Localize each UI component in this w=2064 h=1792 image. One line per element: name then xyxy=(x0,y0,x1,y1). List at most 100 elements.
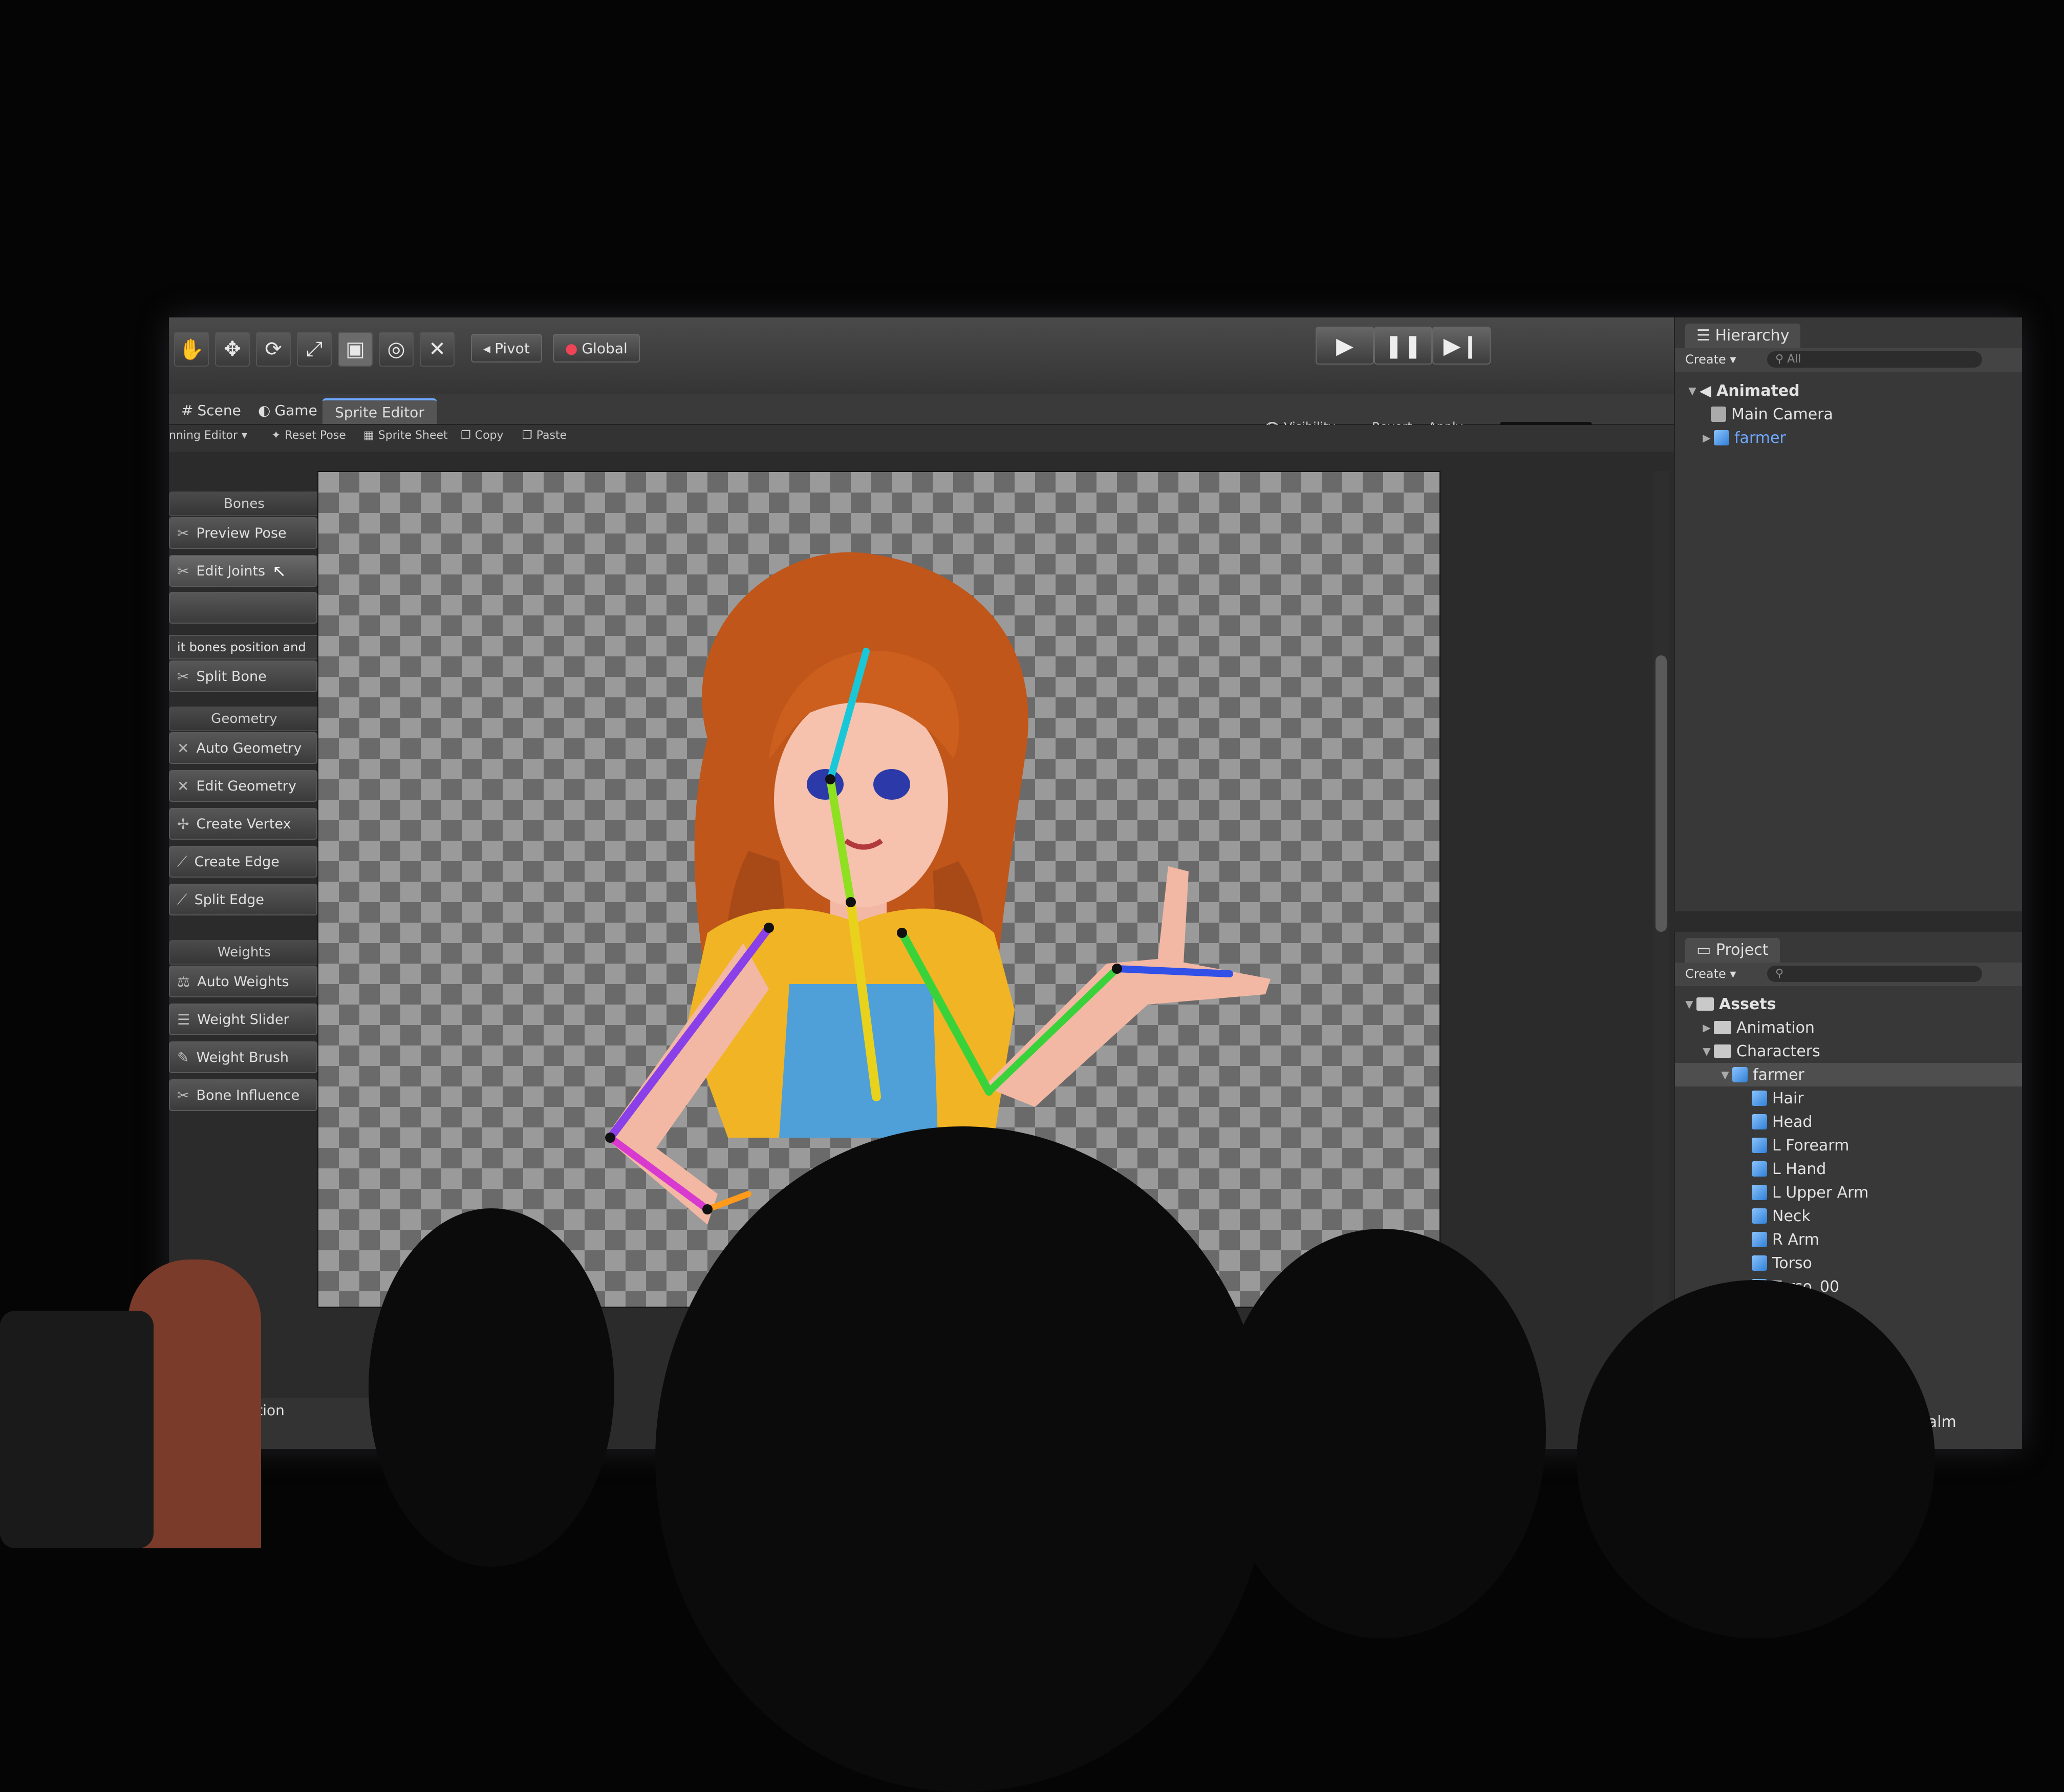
pivot-toggle[interactable]: ◂ Pivot xyxy=(471,334,542,362)
auto-geometry-button[interactable]: ✕ Auto Geometry xyxy=(169,732,317,764)
skinning-editor-label: nning Editor xyxy=(169,429,238,442)
bone-influence-button[interactable]: ✂ Bone Influence xyxy=(169,1079,317,1111)
project-item-label: farmer xyxy=(1753,1065,1804,1084)
tab-scene-label: Scene xyxy=(197,401,241,419)
step-icon: ▶❙ xyxy=(1443,332,1480,359)
project-item-label: Head xyxy=(1772,1113,1813,1131)
create-vertex-button[interactable]: ✢ Create Vertex xyxy=(169,808,317,840)
create-label: Create xyxy=(1685,967,1726,981)
project-toolbar: Create ▾ ⚲ xyxy=(1675,963,2022,986)
folder-icon xyxy=(1714,1021,1731,1034)
weights-header: Weights xyxy=(169,940,319,965)
scrollbar-thumb[interactable] xyxy=(1655,655,1667,932)
expand-icon: ▶ xyxy=(1703,1021,1711,1034)
reset-pose-label: Reset Pose xyxy=(285,429,346,442)
hierarchy-item-farmer[interactable]: ▶ farmer xyxy=(1675,426,2022,450)
edit-joints-button[interactable]: ✂ Edit Joints ↖ xyxy=(169,555,317,587)
collapse-icon: ▼ xyxy=(1703,1045,1711,1057)
project-item-l-upper-arm[interactable]: L Upper Arm xyxy=(1675,1181,2022,1204)
project-item-hair[interactable]: Hair xyxy=(1675,1086,2022,1110)
split-bone-label: Split Bone xyxy=(196,668,267,685)
sprite-icon xyxy=(1752,1161,1767,1177)
project-search-input[interactable]: ⚲ xyxy=(1767,966,1982,982)
step-button[interactable]: ▶❙ xyxy=(1432,327,1491,365)
move-tool-icon[interactable]: ✥ xyxy=(215,332,250,367)
global-toggle[interactable]: ● Global xyxy=(553,334,640,362)
tab-sprite-editor-label: Sprite Editor xyxy=(335,403,424,421)
hierarchy-create-button[interactable]: Create ▾ xyxy=(1685,352,1736,367)
edit-geometry-button[interactable]: ✕ Edit Geometry xyxy=(169,770,317,802)
weight-brush-button[interactable]: ✎ Weight Brush xyxy=(169,1041,317,1073)
project-item-label: Hair xyxy=(1772,1089,1804,1107)
project-tab[interactable]: ▭ Project xyxy=(1685,938,1780,963)
split-bone-button[interactable]: ✂ Split Bone xyxy=(169,660,317,692)
tab-scene[interactable]: # Scene xyxy=(169,398,253,422)
auto-weights-button[interactable]: ⚖ Auto Weights xyxy=(169,966,317,997)
skinning-editor-dropdown[interactable]: nning Editor ▾ xyxy=(169,429,247,442)
folder-icon xyxy=(1714,1044,1731,1058)
play-button[interactable]: ▶ xyxy=(1316,327,1374,365)
sprite-sheet-button[interactable]: ▦ Sprite Sheet xyxy=(363,429,448,442)
bone-icon: ✂ xyxy=(177,668,189,685)
pivot-label: Pivot xyxy=(494,339,530,357)
transform-tool-icon[interactable]: ◎ xyxy=(379,332,414,367)
rect-tool-icon[interactable]: ▣ xyxy=(338,332,373,367)
project-item-label: Neck xyxy=(1772,1207,1811,1225)
project-item-label: L Hand xyxy=(1772,1160,1826,1178)
search-icon: ⚲ xyxy=(1775,353,1788,366)
pause-button[interactable]: ❚❚ xyxy=(1374,327,1432,365)
hierarchy-search-input[interactable]: ⚲ All xyxy=(1767,351,1982,368)
split-edge-button[interactable]: ⟋ Split Edge xyxy=(169,884,317,915)
bone-influence-label: Bone Influence xyxy=(196,1087,300,1103)
edit-geometry-label: Edit Geometry xyxy=(196,778,296,794)
tab-sprite-editor[interactable]: Sprite Editor xyxy=(322,398,437,424)
hierarchy-item-main-camera[interactable]: Main Camera xyxy=(1675,402,2022,426)
project-item-torso[interactable]: Torso xyxy=(1675,1251,2022,1275)
scale-tool-icon[interactable]: ⤢ xyxy=(297,332,332,367)
hand-tool-icon[interactable]: ✋ xyxy=(174,332,209,367)
project-item-label: Animation xyxy=(1736,1018,1815,1037)
play-icon: ▶ xyxy=(1336,332,1353,359)
project-item-head[interactable]: Head xyxy=(1675,1110,2022,1134)
create-bone-button[interactable] xyxy=(169,592,317,624)
copy-button[interactable]: ❐ Copy xyxy=(461,429,504,442)
project-item-l-hand[interactable]: L Hand xyxy=(1675,1157,2022,1181)
project-item-assets[interactable]: ▼ Assets xyxy=(1675,992,2022,1016)
preview-pose-button[interactable]: ✂ Preview Pose xyxy=(169,517,317,549)
canvas-scrollbar[interactable] xyxy=(1653,471,1669,1341)
project-item-neck[interactable]: Neck xyxy=(1675,1204,2022,1228)
weight-slider-button[interactable]: ☰ Weight Slider xyxy=(169,1004,317,1035)
paste-button[interactable]: ❐ Paste xyxy=(522,429,567,442)
reset-pose-icon: ✦ xyxy=(271,429,281,442)
project-create-button[interactable]: Create ▾ xyxy=(1685,967,1736,981)
hierarchy-item-label: farmer xyxy=(1734,429,1786,447)
weight-slider-label: Weight Slider xyxy=(197,1011,289,1028)
reset-pose-button[interactable]: ✦ Reset Pose xyxy=(271,429,346,442)
hierarchy-tab[interactable]: ☰ Hierarchy xyxy=(1685,324,1801,348)
project-item-animation[interactable]: ▶ Animation xyxy=(1675,1016,2022,1039)
paste-label: Paste xyxy=(536,429,567,442)
tab-game-label: Game xyxy=(274,401,317,419)
project-title: Project xyxy=(1715,941,1769,959)
create-edge-button[interactable]: ⟋ Create Edge xyxy=(169,846,317,878)
project-item-l-forearm[interactable]: L Forearm xyxy=(1675,1134,2022,1157)
thumb-shape xyxy=(1158,866,1189,964)
project-item-characters[interactable]: ▼ Characters xyxy=(1675,1039,2022,1063)
tab-game[interactable]: ◐ Game xyxy=(246,398,330,422)
project-item-farmer[interactable]: ▼ farmer xyxy=(1675,1063,2022,1086)
right-arm-shape xyxy=(984,958,1271,1107)
chevron-down-icon: ▾ xyxy=(242,429,248,442)
rotate-tool-icon[interactable]: ⟳ xyxy=(256,332,291,367)
hierarchy-item-label: Main Camera xyxy=(1731,405,1833,423)
folder-icon: ▭ xyxy=(1696,941,1716,959)
prefab-icon xyxy=(1714,430,1729,445)
global-label: Global xyxy=(582,339,628,357)
auto-geometry-label: Auto Geometry xyxy=(196,740,302,756)
bones-header: Bones xyxy=(169,492,319,516)
hierarchy-panel: ☰ Hierarchy Create ▾ ⚲ All ▼ ◀ Animated Ma… xyxy=(1674,317,2022,911)
project-item-r-arm[interactable]: R Arm xyxy=(1675,1228,2022,1251)
hierarchy-item-animated[interactable]: ▼ ◀ Animated xyxy=(1675,379,2022,402)
influence-icon: ✂ xyxy=(177,1086,189,1104)
custom-tool-icon[interactable]: ✕ xyxy=(420,332,455,367)
pivot-icon: ◂ xyxy=(483,339,491,357)
